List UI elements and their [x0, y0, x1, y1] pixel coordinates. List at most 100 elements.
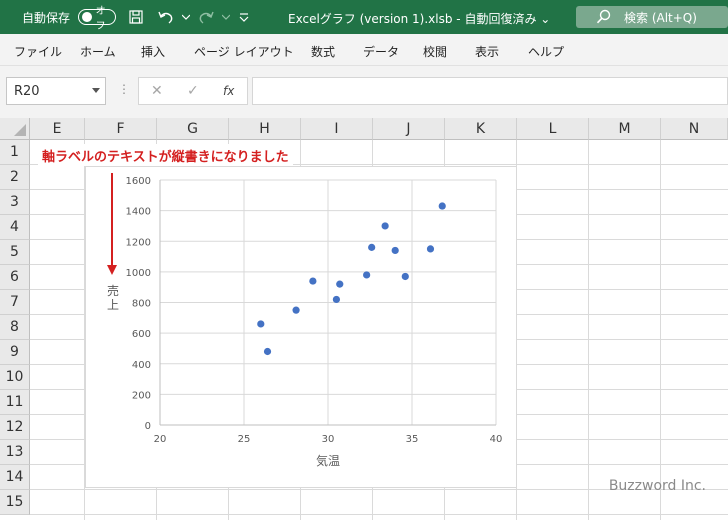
- x-axis-label: 気温: [316, 453, 340, 468]
- tab-help[interactable]: ヘルプ: [528, 43, 564, 60]
- y-tick-label: 400: [132, 360, 151, 371]
- search-icon: [596, 9, 612, 28]
- row-header[interactable]: 10: [0, 365, 30, 390]
- annotation-arrowhead: [107, 265, 117, 275]
- chart-area[interactable]: 0 200 400 600 800 1000 1200 1400 1600 20 25 30 35 40 気…: [85, 166, 517, 488]
- row-header[interactable]: 2: [0, 165, 30, 190]
- y-tick-label: 1000: [126, 268, 151, 279]
- name-box-dropdown-icon[interactable]: [92, 88, 100, 93]
- row-header[interactable]: 3: [0, 190, 30, 215]
- column-header[interactable]: M: [589, 118, 661, 140]
- formula-input[interactable]: [252, 77, 728, 105]
- insert-function-icon[interactable]: fx: [223, 84, 234, 98]
- row-header[interactable]: 5: [0, 240, 30, 265]
- row-header[interactable]: 6: [0, 265, 30, 290]
- tab-page-layout[interactable]: ページ レイアウト: [194, 43, 294, 60]
- row-header[interactable]: 12: [0, 415, 30, 440]
- row-header[interactable]: 8: [0, 315, 30, 340]
- row-header[interactable]: 4: [0, 215, 30, 240]
- tab-insert[interactable]: 挿入: [141, 43, 165, 60]
- tab-file[interactable]: ファイル: [14, 43, 62, 60]
- column-header[interactable]: J: [373, 118, 445, 140]
- column-header[interactable]: E: [30, 118, 85, 140]
- data-point: [263, 347, 272, 356]
- row-header[interactable]: 11: [0, 390, 30, 415]
- name-box[interactable]: R20: [6, 77, 106, 105]
- undo-dropdown-icon[interactable]: [176, 7, 196, 27]
- formula-buttons: ✕ ✓ fx: [138, 77, 248, 105]
- column-header[interactable]: G: [157, 118, 229, 140]
- search-label: 検索 (Alt+Q): [624, 10, 697, 25]
- ribbon-tabs: ファイル ホーム 挿入 ページ レイアウト 数式 データ 校閲 表示 ヘルプ: [0, 34, 728, 66]
- y-tick-label: 800: [132, 299, 151, 310]
- undo-icon[interactable]: [156, 7, 176, 27]
- data-point: [257, 320, 265, 328]
- tab-review[interactable]: 校閲: [423, 43, 447, 60]
- x-tick-label: 20: [154, 434, 167, 445]
- document-title[interactable]: Excelグラフ (version 1).xlsb - 自動回復済み ⌄: [288, 10, 550, 27]
- formula-bar: R20 ⋮ ✕ ✓ fx: [0, 66, 728, 118]
- toggle-knob: [82, 12, 92, 22]
- name-box-value: R20: [14, 84, 40, 99]
- tab-home[interactable]: ホーム: [80, 43, 116, 60]
- x-tick-label: 40: [490, 434, 503, 445]
- column-header[interactable]: K: [445, 118, 517, 140]
- select-all-icon: [14, 124, 26, 136]
- data-point: [401, 272, 409, 281]
- row-header[interactable]: 13: [0, 440, 30, 465]
- redo-dropdown-icon[interactable]: [216, 7, 236, 27]
- row-header[interactable]: 9: [0, 340, 30, 365]
- data-point: [426, 245, 435, 253]
- watermark: Buzzword Inc.: [608, 478, 706, 494]
- x-tick-label: 30: [322, 434, 335, 445]
- column-header[interactable]: F: [85, 118, 157, 140]
- x-tick-label: 25: [238, 434, 251, 445]
- save-icon[interactable]: [126, 7, 146, 27]
- enter-icon[interactable]: ✓: [187, 83, 199, 99]
- worksheet-grid: E F G H I J K L M N 1 2 3 4 5 6 7 8 9 10…: [0, 118, 728, 520]
- title-bar: 自動保存 オフ Excelグラフ (version 1).xlsb - 自動回復…: [0, 0, 728, 34]
- data-point: [438, 202, 446, 210]
- formula-bar-grip: ⋮: [118, 82, 130, 96]
- data-point: [381, 222, 389, 230]
- x-tick-label: 35: [406, 434, 419, 445]
- customize-toolbar-icon[interactable]: [234, 7, 254, 27]
- y-axis-label: 売上: [107, 283, 119, 312]
- tab-view[interactable]: 表示: [475, 43, 499, 60]
- autosave-toggle[interactable]: オフ: [78, 6, 116, 32]
- gridline: [30, 514, 728, 515]
- y-tick-label: 0: [145, 421, 151, 432]
- cancel-icon[interactable]: ✕: [151, 83, 163, 99]
- gridline: [660, 140, 661, 520]
- search-box[interactable]: 検索 (Alt+Q): [576, 6, 728, 28]
- column-header[interactable]: H: [229, 118, 301, 140]
- y-tick-label: 1400: [126, 207, 151, 218]
- scatter-chart[interactable]: 0 200 400 600 800 1000 1200 1400 1600 20 25 30 35 40 気…: [86, 167, 518, 489]
- row-header[interactable]: 1: [0, 140, 30, 165]
- y-tick-label: 200: [132, 390, 151, 401]
- data-point: [363, 271, 371, 279]
- y-tick-label: 1200: [126, 237, 151, 248]
- y-tick-label: 600: [132, 329, 151, 340]
- autosave-label: 自動保存: [22, 11, 71, 25]
- autosave-state: オフ: [95, 6, 106, 32]
- data-point: [332, 295, 340, 304]
- y-tick-label: 1600: [126, 176, 151, 187]
- row-header[interactable]: 7: [0, 290, 30, 315]
- select-all-button[interactable]: [0, 118, 30, 140]
- gridline: [588, 140, 589, 520]
- data-point: [309, 277, 317, 285]
- column-header[interactable]: N: [661, 118, 728, 140]
- data-point: [292, 306, 300, 314]
- row-header[interactable]: 15: [0, 490, 30, 515]
- tab-data[interactable]: データ: [363, 43, 399, 60]
- column-header[interactable]: L: [517, 118, 589, 140]
- data-point: [368, 243, 376, 251]
- data-point: [336, 280, 344, 288]
- column-header[interactable]: I: [301, 118, 373, 140]
- annotation-label: 軸ラベルのテキストが縦書きになりました: [38, 144, 293, 166]
- data-point: [391, 246, 399, 255]
- redo-icon[interactable]: [196, 7, 216, 27]
- tab-formulas[interactable]: 数式: [311, 43, 335, 60]
- row-header[interactable]: 14: [0, 465, 30, 490]
